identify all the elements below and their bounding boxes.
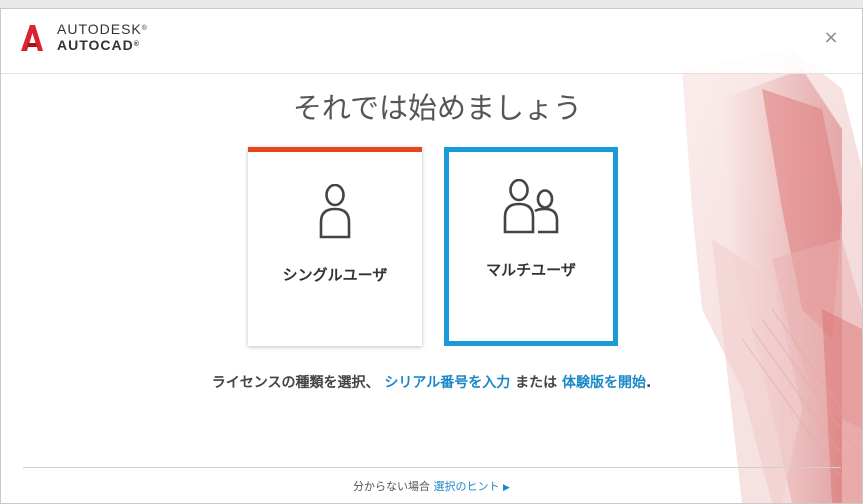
brand-line-autocad: AUTOCAD [57, 37, 134, 53]
footer-divider [23, 467, 841, 468]
footer: 分からない場合 選択のヒント ▶ [1, 478, 862, 494]
close-icon: × [823, 27, 839, 48]
license-dialog: AUTODESK® AUTOCAD® × それでは始めましょう シングルユーザ … [0, 8, 863, 504]
brand-wordmark: AUTODESK® AUTOCAD® [57, 21, 148, 53]
registered-mark: ® [141, 25, 148, 32]
multi-user-icon [503, 179, 559, 234]
registered-mark: ® [133, 41, 140, 48]
arrow-right-icon: ▶ [503, 483, 510, 493]
hint-prefix: ライセンスの種類を選択、 [211, 375, 380, 391]
license-hint: ライセンスの種類を選択、 シリアル番号を入力 または 体験版を開始. [1, 372, 862, 392]
single-user-label: シングルユーザ [282, 266, 388, 284]
single-user-card[interactable]: シングルユーザ [248, 147, 422, 346]
selection-hint-link[interactable]: 選択のヒント [434, 480, 500, 493]
single-user-icon [319, 184, 351, 239]
enter-serial-link[interactable]: シリアル番号を入力 [384, 375, 510, 391]
close-button[interactable]: × [822, 29, 840, 47]
page-title: それでは始めましょう [292, 91, 582, 125]
multi-user-card[interactable]: マルチユーザ [444, 147, 618, 346]
dialog-header: AUTODESK® AUTOCAD® × [1, 9, 862, 74]
autocad-logo-icon [21, 25, 43, 51]
hint-middle: または [515, 375, 558, 391]
footer-prefix: 分からない場合 [353, 480, 431, 493]
hint-suffix: . [645, 375, 652, 391]
brand-line-autodesk: AUTODESK [57, 21, 142, 37]
start-trial-link[interactable]: 体験版を開始 [562, 375, 646, 391]
multi-user-label: マルチユーザ [486, 261, 576, 279]
